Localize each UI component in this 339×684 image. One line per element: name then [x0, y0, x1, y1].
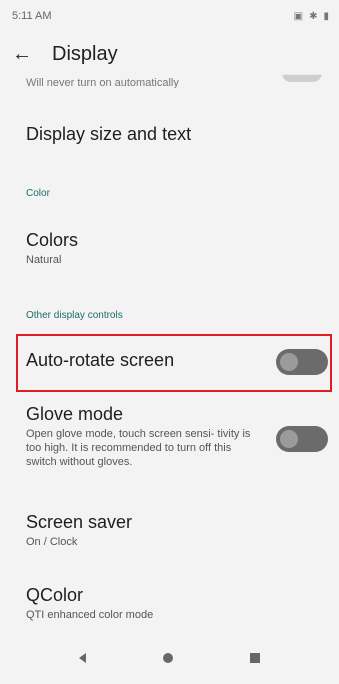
item-summary: Natural — [26, 254, 62, 266]
item-summary: Open glove mode, touch screen sensi- tiv… — [26, 428, 251, 468]
bluetooth-icon: ✱ — [309, 10, 318, 22]
switch-thumb — [280, 353, 298, 371]
nav-home-icon[interactable] — [162, 653, 173, 663]
sim-icon: ▣ — [293, 10, 304, 22]
glove-mode-item[interactable]: Glove mode Open glove mode, touch screen… — [26, 404, 262, 469]
battery-icon: ▮ — [323, 10, 329, 22]
status-bar: 5:11 AM ▣ ✱ ▮ — [0, 0, 339, 32]
status-time: 5:11 AM — [12, 10, 52, 22]
item-title: Colors — [26, 230, 79, 250]
auto-rotate-switch[interactable] — [276, 349, 328, 375]
screen-saver-item[interactable]: Screen saver On / Clock — [26, 512, 132, 549]
back-arrow-icon[interactable]: ← — [0, 34, 44, 74]
nav-recent-icon[interactable] — [250, 653, 261, 663]
item-title: Screen saver — [26, 512, 133, 532]
app-bar: ← Display — [0, 34, 339, 74]
auto-rotate-item[interactable]: Auto-rotate screen — [26, 350, 174, 371]
display-size-item[interactable]: Display size and text — [26, 124, 191, 145]
clipped-summary: Will never turn on automatically — [26, 77, 179, 88]
nav-bar — [0, 632, 339, 684]
section-header-color: Color — [26, 188, 50, 199]
qcolor-item[interactable]: QColor QTI enhanced color mode — [26, 585, 153, 622]
section-header-other: Other display controls — [26, 310, 123, 321]
item-title: Glove mode — [26, 404, 124, 424]
item-title: Display size and text — [26, 124, 192, 144]
nav-back-icon[interactable] — [78, 653, 86, 663]
item-title: Auto-rotate screen — [26, 350, 175, 370]
switch-thumb — [280, 430, 298, 448]
item-summary: On / Clock — [26, 536, 78, 548]
item-summary: QTI enhanced color mode — [26, 609, 154, 621]
colors-item[interactable]: Colors Natural — [26, 230, 78, 267]
status-icons: ▣ ✱ ▮ — [294, 11, 329, 22]
glove-mode-switch[interactable] — [276, 426, 328, 452]
item-title: QColor — [26, 585, 84, 605]
page-title: Display — [52, 42, 118, 65]
